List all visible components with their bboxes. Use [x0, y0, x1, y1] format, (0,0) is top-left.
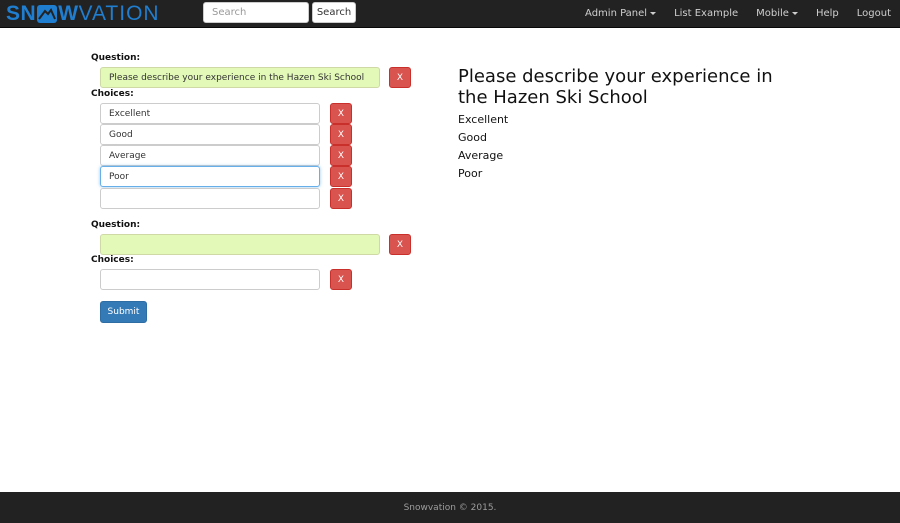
choice-input[interactable] [100, 269, 320, 290]
delete-choice-button[interactable]: X [330, 188, 352, 209]
submit-button[interactable]: Submit [100, 301, 147, 323]
caret-down-icon [791, 12, 798, 15]
nav-menu: Admin Panel List Example Mobile Help Log… [576, 0, 900, 26]
brand-text-mid: W [58, 2, 79, 25]
delete-choice-button[interactable]: X [330, 103, 352, 124]
choice-input[interactable]: Good [100, 124, 320, 145]
top-navbar: SN W VATION Search Admin Panel List Exam… [0, 0, 900, 28]
preview-choice: Poor [458, 167, 483, 180]
delete-choice-button[interactable]: X [330, 269, 352, 290]
mountain-icon [37, 5, 58, 23]
question-label: Question: [91, 53, 141, 63]
delete-choice-button[interactable]: X [330, 166, 352, 187]
nav-admin-panel[interactable]: Admin Panel [576, 0, 665, 26]
delete-choice-button[interactable]: X [330, 145, 352, 166]
choices-label: Choices: [91, 89, 134, 99]
choice-input[interactable]: Average [100, 145, 320, 166]
caret-down-icon [650, 12, 657, 15]
footer-copyright: Snowvation © 2015. [403, 502, 497, 513]
search-button[interactable]: Search [312, 2, 356, 23]
delete-question-button[interactable]: X [389, 67, 411, 88]
nav-logout[interactable]: Logout [848, 0, 900, 26]
preview-question-title: Please describe your experience in the H… [458, 66, 773, 108]
brand-logo[interactable]: SN W VATION [6, 3, 160, 25]
delete-question-button[interactable]: X [389, 234, 411, 255]
nav-admin-panel-label: Admin Panel [585, 7, 648, 19]
brand-text-end: VATION [78, 2, 160, 25]
nav-list-example[interactable]: List Example [665, 0, 747, 26]
search-input[interactable] [203, 2, 309, 23]
choice-input[interactable]: Excellent [100, 103, 320, 124]
preview-choice: Good [458, 131, 487, 144]
nav-mobile-label: Mobile [756, 7, 789, 19]
brand-text-start: SN [6, 2, 37, 25]
choice-input[interactable] [100, 188, 320, 209]
nav-mobile[interactable]: Mobile [747, 0, 807, 26]
preview-choice: Average [458, 149, 504, 162]
choice-input[interactable]: Poor [100, 166, 320, 187]
delete-choice-button[interactable]: X [330, 124, 352, 145]
footer: Snowvation © 2015. [0, 492, 900, 523]
choices-label: Choices: [91, 255, 134, 265]
preview-choice: Excellent [458, 113, 509, 126]
nav-help[interactable]: Help [807, 0, 848, 26]
question-input[interactable] [100, 234, 380, 255]
question-input[interactable]: Please describe your experience in the H… [100, 67, 380, 88]
question-label: Question: [91, 220, 141, 230]
